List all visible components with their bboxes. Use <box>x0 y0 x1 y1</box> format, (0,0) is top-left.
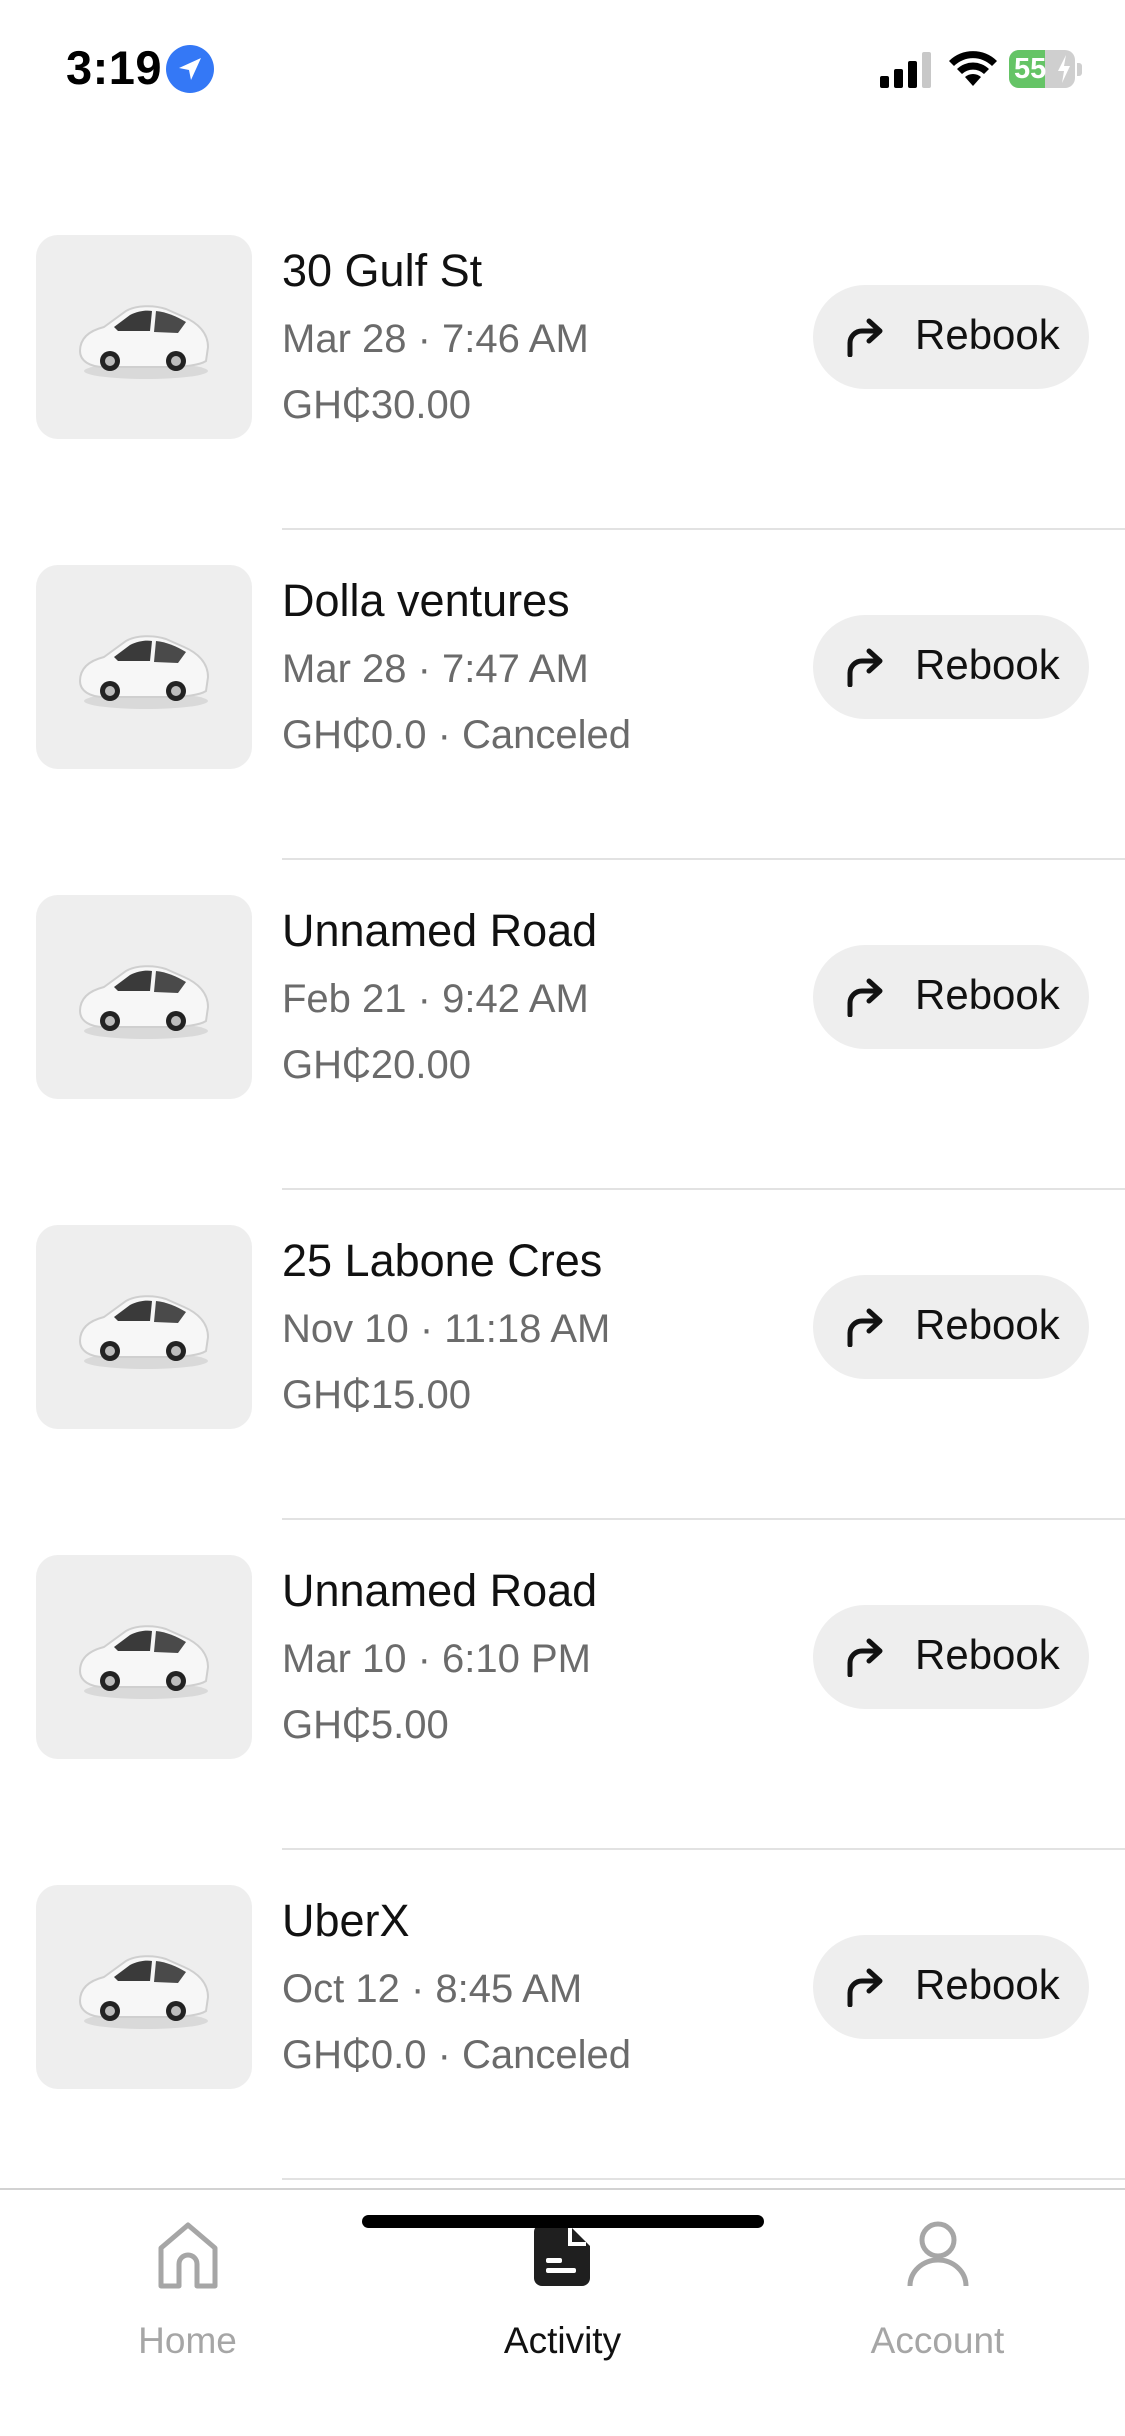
trip-row[interactable]: Unnamed Road Feb 21 · 9:42 AM GH₵20.00 Rebo… <box>0 860 1125 1190</box>
trip-row[interactable]: 30 Gulf St Mar 28 · 7:46 AM GH₵30.00 Rebook <box>0 200 1125 530</box>
trip-price: GH₵5.00 <box>282 1703 449 1747</box>
trip-price: GH₵20.00 <box>282 1043 471 1087</box>
activity-icon <box>534 2224 590 2286</box>
rebook-button[interactable]: Rebook <box>813 945 1089 1049</box>
trip-price: GH₵30.00 <box>282 383 471 427</box>
trip-row[interactable]: Dolla ventures Mar 28 · 7:47 AM GH₵0.0 · C… <box>0 530 1125 860</box>
ride-thumbnail <box>36 1225 252 1429</box>
rebook-button[interactable]: Rebook <box>813 1275 1089 1379</box>
trip-destination: UberX <box>282 1895 410 1946</box>
activity-screen: 3:19 55 30 Gulf St Mar 28 · 7:46 AM GH₵3… <box>0 0 1125 2436</box>
tab-home-label: Home <box>138 2320 237 2361</box>
trip-destination: Unnamed Road <box>282 1565 598 1616</box>
rebook-label: Rebook <box>915 311 1060 358</box>
car-icon <box>78 1295 210 1369</box>
rebook-label: Rebook <box>915 971 1060 1018</box>
trip-price: GH₵0.0 · Canceled <box>282 713 632 757</box>
trip-datetime: Mar 10 · 6:10 PM <box>282 1637 592 1681</box>
battery-cap <box>1077 63 1082 76</box>
rebook-label: Rebook <box>915 1961 1060 2008</box>
rebook-label: Rebook <box>915 1301 1060 1348</box>
rebook-arrow-icon <box>847 318 883 357</box>
tab-account-label: Account <box>870 2320 1005 2361</box>
rebook-arrow-icon <box>847 1638 883 1677</box>
trip-row[interactable]: 25 Labone Cres Nov 10 · 11:18 AM GH₵15.00 R… <box>0 1190 1125 1520</box>
car-icon <box>78 305 210 379</box>
home-indicator <box>362 2215 764 2228</box>
rebook-button[interactable]: Rebook <box>813 285 1089 389</box>
trip-row[interactable]: UberX Oct 12 · 8:45 AM GH₵0.0 · Canceled Re… <box>0 1850 1125 2180</box>
rebook-button[interactable]: Rebook <box>813 615 1089 719</box>
account-icon <box>907 2221 969 2287</box>
ride-thumbnail <box>36 895 252 1099</box>
charging-bolt-icon <box>1058 55 1070 83</box>
ride-thumbnail <box>36 1555 252 1759</box>
tab-activity-label: Activity <box>503 2320 622 2361</box>
ride-thumbnail <box>36 235 252 439</box>
cellular-signal-icon <box>880 52 931 88</box>
status-bar: 3:19 55 <box>0 0 1125 140</box>
rebook-arrow-icon <box>847 1308 883 1347</box>
ride-thumbnail <box>36 565 252 769</box>
car-icon <box>78 1955 210 2029</box>
tab-home[interactable]: Home <box>0 2190 375 2390</box>
tab-account[interactable]: Account <box>750 2190 1125 2390</box>
car-icon <box>78 635 210 709</box>
battery-indicator: 55 <box>1009 50 1082 88</box>
wifi-icon <box>949 51 997 86</box>
rebook-button[interactable]: Rebook <box>813 1605 1089 1709</box>
trip-datetime: Feb 21 · 9:42 AM <box>282 977 589 1021</box>
trip-destination: 25 Labone Cres <box>282 1235 603 1286</box>
status-time: 3:19 <box>66 41 163 94</box>
battery-body: 55 <box>1009 50 1075 88</box>
rebook-button[interactable]: Rebook <box>813 1935 1089 2039</box>
rebook-arrow-icon <box>847 978 883 1017</box>
trip-destination: Dolla ventures <box>282 575 570 626</box>
trip-datetime: Oct 12 · 8:45 AM <box>282 1967 583 2011</box>
row-divider <box>282 2178 1125 2180</box>
ride-thumbnail <box>36 1885 252 2089</box>
rebook-arrow-icon <box>847 1968 883 2007</box>
trip-destination: Unnamed Road <box>282 905 598 956</box>
rebook-label: Rebook <box>915 1631 1060 1678</box>
trip-price: GH₵0.0 · Canceled <box>282 2033 632 2077</box>
trip-price: GH₵15.00 <box>282 1373 471 1417</box>
trip-row[interactable]: Unnamed Road Mar 10 · 6:10 PM GH₵5.00 Reboo… <box>0 1520 1125 1850</box>
car-icon <box>78 965 210 1039</box>
rebook-arrow-icon <box>847 648 883 687</box>
home-icon <box>158 2222 218 2289</box>
location-arrow-icon <box>166 45 214 93</box>
trip-datetime: Mar 28 · 7:47 AM <box>282 647 589 691</box>
car-icon <box>78 1625 210 1699</box>
trip-list: 30 Gulf St Mar 28 · 7:46 AM GH₵30.00 Rebook… <box>0 200 1125 2180</box>
trip-datetime: Nov 10 · 11:18 AM <box>282 1307 611 1351</box>
trip-datetime: Mar 28 · 7:46 AM <box>282 317 589 361</box>
trip-destination: 30 Gulf St <box>282 245 483 296</box>
rebook-label: Rebook <box>915 641 1060 688</box>
